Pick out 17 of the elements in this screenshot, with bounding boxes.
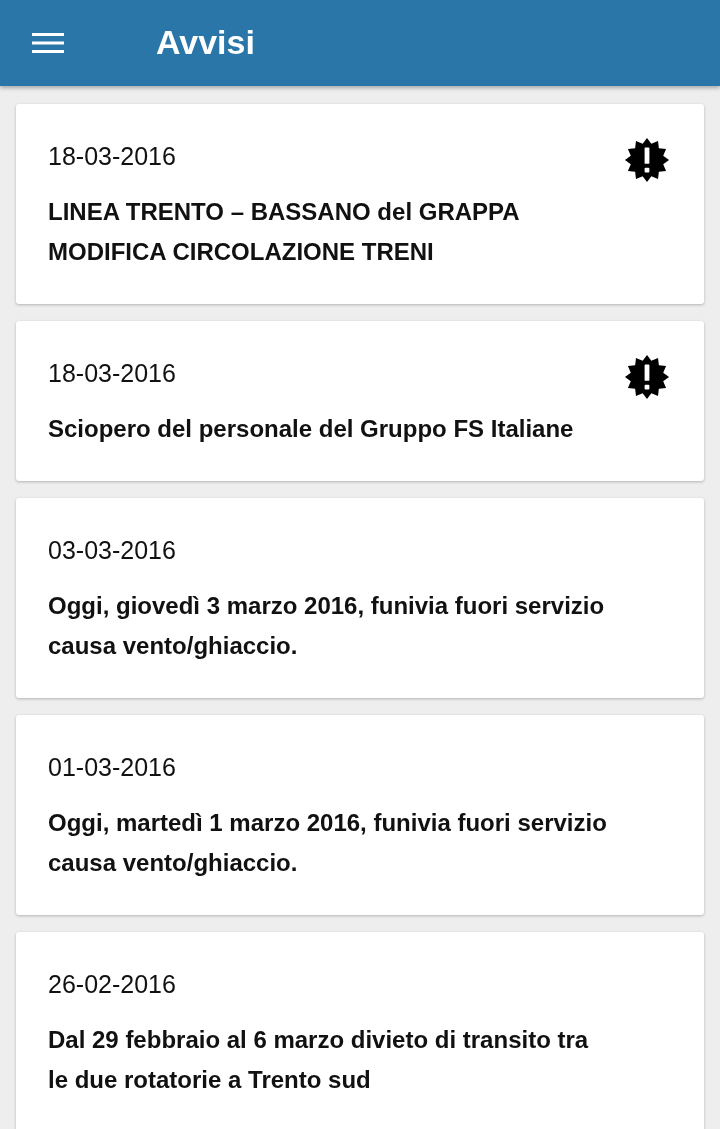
notice-card[interactable]: 18-03-2016 LINEA TRENTO – BASSANO del GRAPPA MODIFICA CIRCOLAZIONE TRENI	[16, 104, 704, 304]
notice-date: 18-03-2016	[48, 358, 176, 389]
notice-card[interactable]: 18-03-2016 Sciopero del personale del Gruppo FS Italiane	[16, 321, 704, 481]
notice-title: Dal 29 febbraio al 6 marzo divieto di transito tra le due rotatorie a Trento sud	[48, 1025, 590, 1095]
notice-title: LINEA TRENTO – BASSANO del GRAPPA MODIFICA CIRCOLAZIONE TRENI	[48, 197, 520, 267]
notice-title: Sciopero del personale del Gruppo FS Italiane	[48, 414, 575, 444]
notice-card[interactable]: 03-03-2016 Oggi, giovedì 3 marzo 2016, funivia fuori servizio causa vento/ghiaccio.	[16, 498, 704, 698]
notice-date: 26-02-2016	[48, 969, 176, 1000]
menu-icon[interactable]	[32, 31, 64, 55]
notice-date: 01-03-2016	[48, 752, 176, 783]
notice-title: Oggi, martedì 1 marzo 2016, funivia fuori servizio causa vento/ghiaccio.	[48, 808, 608, 878]
notice-date: 03-03-2016	[48, 535, 176, 566]
page-title: Avvisi	[156, 22, 255, 62]
notice-card[interactable]: 26-02-2016 Dal 29 febbraio al 6 marzo divieto di transito tra le due rotatorie a Trento sud	[16, 932, 704, 1129]
notice-card[interactable]: 01-03-2016 Oggi, martedì 1 marzo 2016, funivia fuori servizio causa vento/ghiaccio.	[16, 715, 704, 915]
notice-date: 18-03-2016	[48, 141, 176, 172]
notice-title: Oggi, giovedì 3 marzo 2016, funivia fuori servizio causa vento/ghiaccio.	[48, 591, 606, 661]
